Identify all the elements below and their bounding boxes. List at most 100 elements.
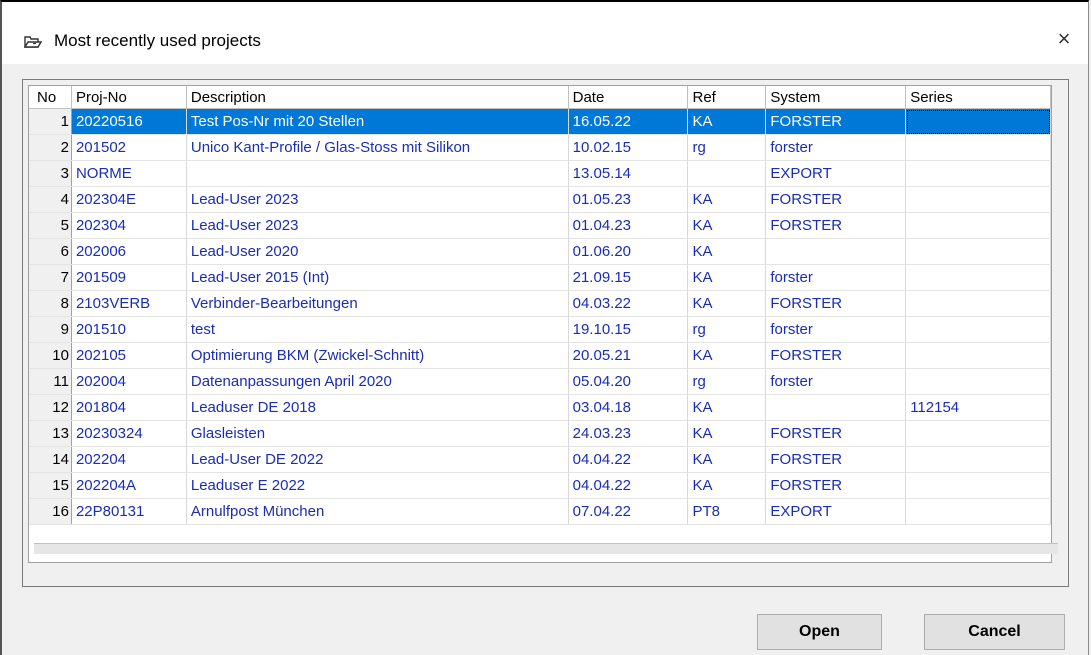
- cell-series[interactable]: [905, 342, 1051, 369]
- cell-proj-no[interactable]: 202105: [71, 342, 187, 369]
- cell-ref[interactable]: rg: [687, 316, 767, 343]
- header-ref[interactable]: Ref: [687, 86, 767, 109]
- cell-system[interactable]: forster: [765, 134, 907, 161]
- cell-series[interactable]: [905, 212, 1051, 239]
- cell-ref[interactable]: KA: [687, 420, 767, 447]
- cell-proj-no[interactable]: 202304: [71, 212, 187, 239]
- cell-system[interactable]: FORSTER: [765, 186, 907, 213]
- cell-system[interactable]: [765, 238, 907, 265]
- cell-date[interactable]: 04.03.22: [568, 290, 689, 317]
- cell-no[interactable]: 5: [29, 212, 72, 239]
- cell-no[interactable]: 3: [29, 160, 72, 187]
- table-row[interactable]: 6 202006 Lead-User 2020 01.06.20 KA: [29, 238, 1051, 265]
- cell-system[interactable]: FORSTER: [765, 212, 907, 239]
- table-row[interactable]: 7 201509 Lead-User 2015 (Int) 21.09.15 KA for…: [29, 264, 1051, 291]
- cancel-button[interactable]: Cancel: [924, 614, 1065, 650]
- header-system[interactable]: System: [765, 86, 907, 109]
- table-row[interactable]: 16 22P80131 Arnulfpost München 07.04.22 PT8 E…: [29, 498, 1051, 525]
- cell-system[interactable]: forster: [765, 264, 907, 291]
- cell-series[interactable]: [905, 134, 1051, 161]
- cell-no[interactable]: 11: [29, 368, 72, 395]
- table-row[interactable]: 14 202204 Lead-User DE 2022 04.04.22 KA FORST…: [29, 446, 1051, 473]
- cell-description[interactable]: Lead-User 2020: [186, 238, 569, 265]
- table-row[interactable]: 13 20230324 Glasleisten 24.03.23 KA FORSTER: [29, 420, 1051, 447]
- cell-ref[interactable]: KA: [687, 446, 767, 473]
- cell-date[interactable]: 03.04.18: [568, 394, 689, 421]
- cell-date[interactable]: 04.04.22: [568, 472, 689, 499]
- close-icon[interactable]: ×: [1046, 24, 1082, 54]
- header-date[interactable]: Date: [568, 86, 689, 109]
- cell-description[interactable]: Lead-User 2023: [186, 212, 569, 239]
- cell-series[interactable]: [905, 238, 1051, 265]
- cell-system[interactable]: forster: [765, 316, 907, 343]
- table-row[interactable]: 9 201510 test 19.10.15 rg forster: [29, 316, 1051, 343]
- cell-description[interactable]: Optimierung BKM (Zwickel-Schnitt): [186, 342, 569, 369]
- cell-description[interactable]: Lead-User 2023: [186, 186, 569, 213]
- cell-no[interactable]: 12: [29, 394, 72, 421]
- cell-description[interactable]: Lead-User DE 2022: [186, 446, 569, 473]
- cell-no[interactable]: 14: [29, 446, 72, 473]
- cell-system[interactable]: FORSTER: [765, 472, 907, 499]
- table-row[interactable]: 12 201804 Leaduser DE 2018 03.04.18 KA 112154: [29, 394, 1051, 421]
- cell-series[interactable]: [905, 264, 1051, 291]
- cell-description[interactable]: Leaduser E 2022: [186, 472, 569, 499]
- cell-series[interactable]: [905, 316, 1051, 343]
- cell-series[interactable]: [905, 446, 1051, 473]
- header-description[interactable]: Description: [186, 86, 569, 109]
- cell-series[interactable]: [905, 420, 1051, 447]
- cell-description[interactable]: [186, 160, 569, 187]
- cell-proj-no[interactable]: 201510: [71, 316, 187, 343]
- cell-date[interactable]: 01.05.23: [568, 186, 689, 213]
- table-row[interactable]: 2 201502 Unico Kant-Profile / Glas-Stoss m…: [29, 134, 1051, 161]
- cell-system[interactable]: FORSTER: [765, 420, 907, 447]
- cell-no[interactable]: 13: [29, 420, 72, 447]
- cell-system[interactable]: forster: [765, 368, 907, 395]
- table-row[interactable]: 3 NORME 13.05.14 EXPORT: [29, 160, 1051, 187]
- cell-ref[interactable]: rg: [687, 368, 767, 395]
- cell-series[interactable]: [905, 290, 1051, 317]
- cell-ref[interactable]: KA: [687, 238, 767, 265]
- cell-system[interactable]: EXPORT: [765, 160, 907, 187]
- table-row[interactable]: 4 202304E Lead-User 2023 01.05.23 KA FORSTER: [29, 186, 1051, 213]
- cell-proj-no[interactable]: 202204A: [71, 472, 187, 499]
- cell-series[interactable]: [905, 498, 1051, 525]
- table-row[interactable]: 1 20220516 Test Pos-Nr mit 20 Stellen 16.05…: [29, 108, 1051, 135]
- cell-no[interactable]: 15: [29, 472, 72, 499]
- cell-system[interactable]: FORSTER: [765, 290, 907, 317]
- cell-proj-no[interactable]: 202004: [71, 368, 187, 395]
- cell-date[interactable]: 07.04.22: [568, 498, 689, 525]
- header-proj-no[interactable]: Proj-No: [71, 86, 187, 109]
- cell-date[interactable]: 21.09.15: [568, 264, 689, 291]
- cell-proj-no[interactable]: 20220516: [71, 108, 187, 135]
- cell-date[interactable]: 04.04.22: [568, 446, 689, 473]
- cell-no[interactable]: 2: [29, 134, 72, 161]
- table-row[interactable]: 8 2103VERB Verbinder-Bearbeitungen 04.03.22…: [29, 290, 1051, 317]
- cell-proj-no[interactable]: NORME: [71, 160, 187, 187]
- cell-series[interactable]: 112154: [905, 394, 1051, 421]
- cell-ref[interactable]: KA: [687, 108, 767, 135]
- cell-description[interactable]: Verbinder-Bearbeitungen: [186, 290, 569, 317]
- cell-date[interactable]: 13.05.14: [568, 160, 689, 187]
- cell-ref[interactable]: [687, 160, 767, 187]
- cell-series[interactable]: [905, 160, 1051, 187]
- cell-system[interactable]: EXPORT: [765, 498, 907, 525]
- cell-description[interactable]: Arnulfpost München: [186, 498, 569, 525]
- cell-date[interactable]: 16.05.22: [568, 108, 689, 135]
- cell-system[interactable]: FORSTER: [765, 108, 907, 135]
- cell-proj-no[interactable]: 202304E: [71, 186, 187, 213]
- cell-date[interactable]: 05.04.20: [568, 368, 689, 395]
- header-no[interactable]: No: [29, 86, 72, 109]
- cell-no[interactable]: 4: [29, 186, 72, 213]
- header-series[interactable]: Series: [905, 86, 1051, 109]
- cell-no[interactable]: 6: [29, 238, 72, 265]
- open-button[interactable]: Open: [757, 614, 882, 650]
- cell-description[interactable]: Datenanpassungen April 2020: [186, 368, 569, 395]
- cell-ref[interactable]: KA: [687, 394, 767, 421]
- cell-description[interactable]: test: [186, 316, 569, 343]
- cell-description[interactable]: Unico Kant-Profile / Glas-Stoss mit Sili…: [186, 134, 569, 161]
- table-row[interactable]: 10 202105 Optimierung BKM (Zwickel-Schnitt…: [29, 342, 1051, 369]
- horizontal-scrollbar[interactable]: [34, 543, 1058, 554]
- cell-date[interactable]: 24.03.23: [568, 420, 689, 447]
- cell-proj-no[interactable]: 202204: [71, 446, 187, 473]
- cell-system[interactable]: FORSTER: [765, 446, 907, 473]
